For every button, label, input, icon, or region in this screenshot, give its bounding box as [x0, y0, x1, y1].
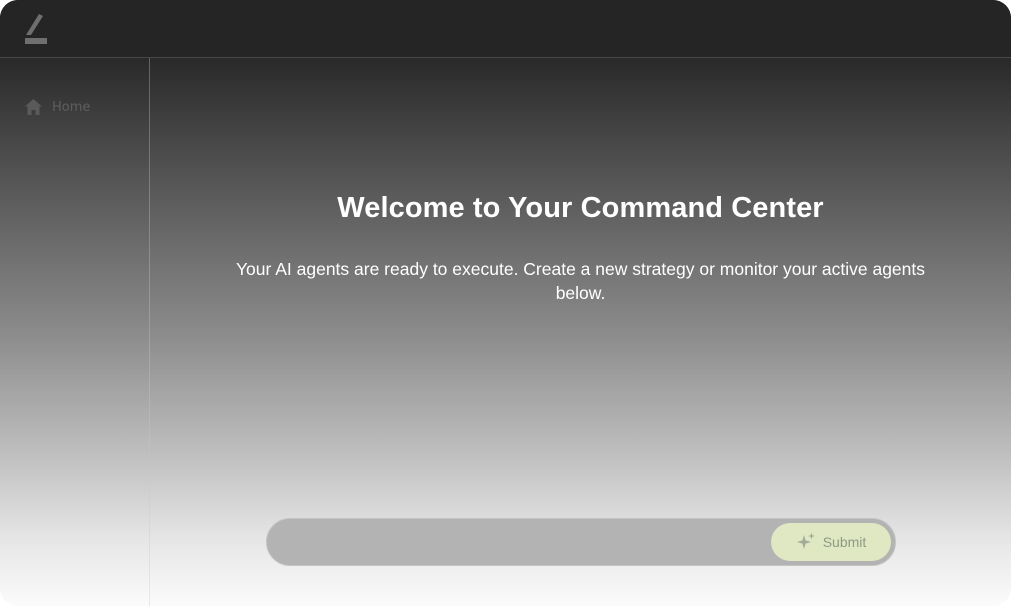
page-subtitle: Your AI agents are ready to execute. Cre…	[235, 259, 926, 303]
app-window: Home Welcome to Your Command Center Your…	[0, 0, 1011, 606]
submit-button[interactable]: Submit	[771, 523, 891, 561]
submit-label: Submit	[822, 534, 867, 550]
sidebar-item-label: Home	[52, 99, 91, 115]
home-icon	[24, 98, 43, 116]
prompt-bar: Submit	[266, 518, 896, 566]
sidebar-item-home[interactable]: Home	[24, 97, 90, 117]
page-title: Welcome to Your Command Center	[337, 192, 824, 224]
prompt-input[interactable]	[285, 525, 769, 561]
top-bar	[0, 0, 1011, 58]
main-content: Welcome to Your Command Center Your AI a…	[150, 58, 1011, 606]
sparkle-icon	[796, 532, 816, 553]
brand-logo-icon[interactable]	[24, 13, 48, 45]
sidebar: Home	[0, 58, 150, 606]
